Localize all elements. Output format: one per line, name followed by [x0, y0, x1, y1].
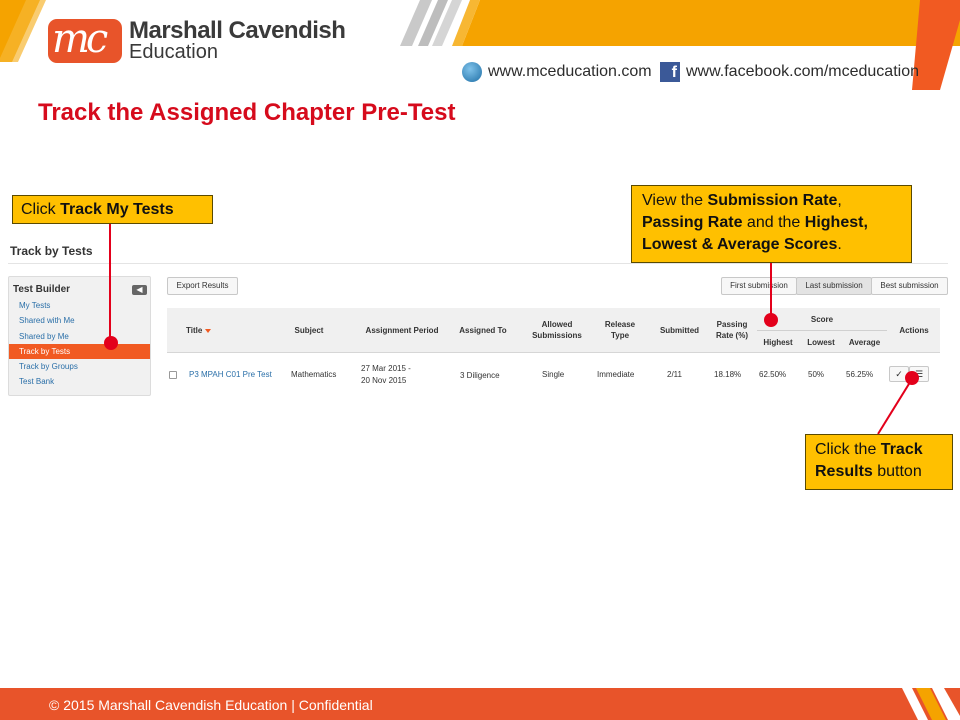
footer-copyright: © 2015 Marshall Cavendish Education | Co…: [49, 697, 373, 713]
footer-stripes: [902, 688, 960, 720]
slide: mc Marshall Cavendish Education www.mced…: [0, 0, 960, 720]
